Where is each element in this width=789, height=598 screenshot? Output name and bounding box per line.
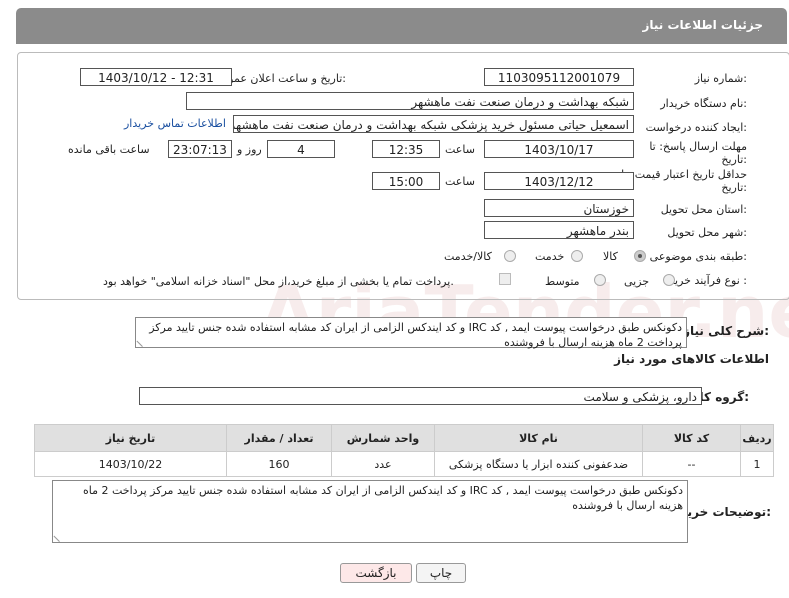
buyer-notes-text: دکونکس طبق درخواست پیوست ایمد , کد IRC و… bbox=[82, 484, 683, 512]
cell-qty: 160 bbox=[226, 451, 332, 477]
reply-time-label: ساعت bbox=[445, 143, 475, 156]
cell-row: 1 bbox=[740, 451, 774, 477]
province-field: خوزستان bbox=[484, 199, 634, 217]
announce-label: تاریخ و ساعت اعلان عمومی: bbox=[213, 72, 346, 85]
cell-unit: عدد bbox=[331, 451, 435, 477]
table-header-row: ردیف کد کالا نام کالا واحد شمارش تعداد /… bbox=[34, 424, 774, 452]
announce-field: 1403/10/12 - 12:31 bbox=[80, 68, 232, 86]
col-qty: تعداد / مقدار bbox=[226, 424, 332, 452]
purchase-medium-label: متوسط bbox=[545, 275, 580, 288]
price-validity-time-field: 15:00 bbox=[372, 172, 440, 190]
description-textarea[interactable]: دکونکس طبق درخواست پیوست ایمد , کد IRC و… bbox=[135, 317, 687, 349]
description-text: دکونکس طبق درخواست پیوست ایمد , کد IRC و… bbox=[149, 321, 682, 349]
page-title: جزئیات اطلاعات نیاز bbox=[642, 18, 763, 32]
purchase-minor-label: جزیی bbox=[624, 275, 650, 288]
creator-label: ایجاد کننده درخواست: bbox=[645, 121, 747, 134]
cell-code: -- bbox=[642, 451, 741, 477]
cell-date: 1403/10/22 bbox=[34, 451, 227, 477]
category-service-label: خدمت bbox=[535, 250, 565, 263]
days-label: روز و bbox=[237, 143, 262, 156]
price-validity-date-field: 1403/12/12 bbox=[484, 172, 634, 190]
page-header: جزئیات اطلاعات نیاز bbox=[16, 8, 787, 44]
treasury-payment-checkbox[interactable] bbox=[499, 273, 511, 285]
category-label: طبقه بندی موضوعی: bbox=[649, 250, 747, 263]
reply-deadline-label: مهلت ارسال پاسخ: تا تاریخ: bbox=[649, 140, 747, 166]
purchase-minor-radio[interactable] bbox=[663, 274, 675, 286]
col-code: کد کالا bbox=[642, 424, 741, 452]
category-goods-radio[interactable] bbox=[634, 250, 646, 262]
cell-name: ضدعفونی کننده ابزار یا دستگاه پزشکی bbox=[434, 451, 643, 477]
goods-table: ردیف کد کالا نام کالا واحد شمارش تعداد /… bbox=[34, 424, 774, 477]
back-button[interactable]: بازگشت bbox=[340, 563, 412, 583]
remaining-field: 23:07:13 bbox=[168, 140, 232, 158]
category-service-radio[interactable] bbox=[571, 250, 583, 262]
table-row: 1 -- ضدعفونی کننده ابزار یا دستگاه پزشکی… bbox=[34, 451, 774, 477]
buyer-notes-textarea[interactable]: دکونکس طبق درخواست پیوست ایمد , کد IRC و… bbox=[52, 480, 688, 543]
province-label: استان محل تحویل: bbox=[660, 203, 747, 216]
col-row: ردیف bbox=[740, 424, 774, 452]
city-label: شهر محل تحویل: bbox=[667, 226, 747, 239]
goods-group-field: دارو، پزشکی و سلامت bbox=[139, 387, 702, 405]
days-field: 4 bbox=[267, 140, 335, 158]
category-both-label: کالا/خدمت bbox=[444, 250, 492, 263]
goods-info-title: اطلاعات کالاهای مورد نیاز bbox=[614, 352, 769, 366]
col-date: تاریخ نیاز bbox=[34, 424, 227, 452]
buyer-contact-link[interactable]: اطلاعات تماس خریدار bbox=[124, 117, 226, 130]
city-field: بندر ماهشهر bbox=[484, 221, 634, 239]
treasury-payment-note: پرداخت تمام یا بخشی از مبلغ خرید،از محل … bbox=[103, 275, 454, 288]
reply-date-field: 1403/10/17 bbox=[484, 140, 634, 158]
print-button[interactable]: چاپ bbox=[416, 563, 466, 583]
buyer-org-label: نام دستگاه خریدار: bbox=[660, 97, 747, 110]
buyer-org-field: شبکه بهداشت و درمان صنعت نفت ماهشهر bbox=[186, 92, 634, 110]
price-validity-label: حداقل تاریخ اعتبار قیمت: تا تاریخ: bbox=[621, 168, 747, 194]
col-unit: واحد شمارش bbox=[331, 424, 435, 452]
purchase-type-label: نوع فرآیند خرید : bbox=[669, 274, 747, 287]
col-name: نام کالا bbox=[434, 424, 643, 452]
price-validity-time-label: ساعت bbox=[445, 175, 475, 188]
reply-time-field: 12:35 bbox=[372, 140, 440, 158]
description-label: شرح کلی نیاز: bbox=[683, 324, 769, 338]
category-goods-label: کالا bbox=[603, 250, 618, 263]
creator-field: اسمعیل حیاتی مسئول خرید پزشکی شبکه بهداش… bbox=[233, 115, 634, 133]
category-both-radio[interactable] bbox=[504, 250, 516, 262]
purchase-medium-radio[interactable] bbox=[594, 274, 606, 286]
need-number-field: 1103095112001079 bbox=[484, 68, 634, 86]
need-number-label: شماره نیاز: bbox=[694, 72, 747, 85]
remaining-label: ساعت باقی مانده bbox=[68, 143, 150, 156]
